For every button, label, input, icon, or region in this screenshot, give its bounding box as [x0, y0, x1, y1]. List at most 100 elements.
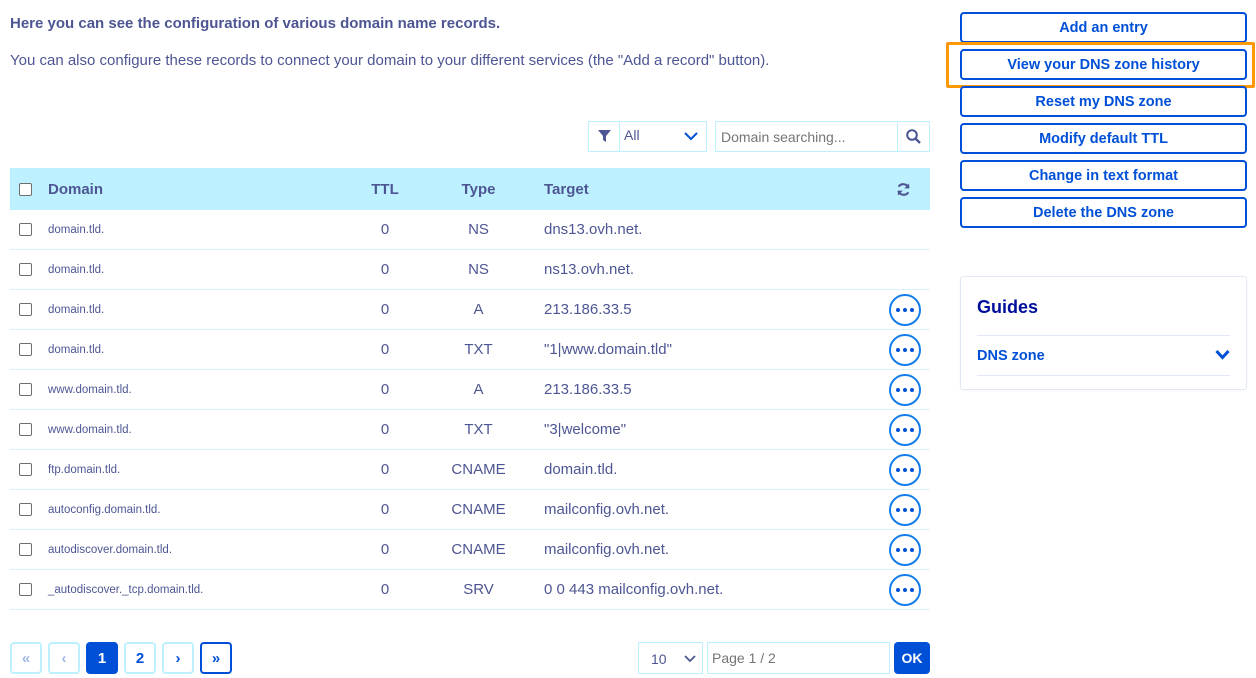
chevron-down-icon — [684, 132, 698, 141]
row-checkbox[interactable] — [19, 583, 32, 596]
row-ttl: 0 — [380, 341, 390, 358]
row-target: 213.186.33.5 — [544, 381, 632, 398]
filter-button[interactable] — [588, 121, 620, 152]
row-ttl: 0 — [380, 501, 390, 518]
row-checkbox[interactable] — [19, 463, 32, 476]
row-type: CNAME — [451, 501, 506, 518]
table-row: domain.tld. 0 TXT "1|www.domain.tld" — [10, 330, 930, 370]
row-checkbox[interactable] — [19, 543, 32, 556]
row-type: A — [473, 381, 484, 398]
chevron-down-icon[interactable] — [1215, 349, 1230, 360]
table-row: autoconfig.domain.tld. 0 CNAME mailconfi… — [10, 490, 930, 530]
row-domain: domain.tld. — [48, 223, 105, 236]
table-row: domain.tld. 0 NS ns13.ovh.net. — [10, 250, 930, 290]
row-type: NS — [468, 261, 489, 278]
row-domain: autodiscover.domain.tld. — [48, 543, 173, 556]
search-icon — [906, 129, 921, 144]
row-type: NS — [468, 221, 489, 238]
more-options-icon[interactable] — [889, 373, 921, 406]
table-row: www.domain.tld. 0 A 213.186.33.5 — [10, 370, 930, 410]
row-target: mailconfig.ovh.net. — [544, 501, 670, 518]
prev-page-button[interactable]: ‹ — [48, 642, 80, 674]
refresh-icon[interactable] — [896, 182, 911, 197]
row-ttl: 0 — [380, 221, 390, 238]
header-domain[interactable]: Domain — [48, 168, 103, 210]
row-target: 213.186.33.5 — [544, 301, 632, 318]
more-options-icon[interactable] — [889, 333, 921, 366]
page-size-select[interactable]: 10 — [638, 642, 703, 674]
row-type: CNAME — [451, 541, 506, 558]
dns-records-table: Domain TTL Type Target domain.tld. 0 NS … — [10, 168, 930, 610]
header-target[interactable]: Target — [544, 168, 589, 210]
more-options-icon[interactable] — [889, 533, 921, 566]
row-checkbox[interactable] — [19, 423, 32, 436]
more-options-icon[interactable] — [889, 573, 921, 606]
page-number-input[interactable] — [707, 642, 890, 674]
guide-dns-zone[interactable]: DNS zone — [977, 348, 1045, 364]
row-target: 0 0 443 mailconfig.ovh.net. — [544, 581, 724, 598]
row-checkbox[interactable] — [19, 223, 32, 236]
table-row: autodiscover.domain.tld. 0 CNAME mailcon… — [10, 530, 930, 570]
table-row: domain.tld. 0 A 213.186.33.5 — [10, 290, 930, 330]
row-type: TXT — [464, 341, 493, 358]
last-page-button[interactable]: » — [200, 642, 232, 674]
change-text-format-button[interactable]: Change in text format — [960, 160, 1247, 191]
page-2-button[interactable]: 2 — [124, 642, 156, 674]
header-ttl[interactable]: TTL — [355, 168, 415, 210]
divider — [977, 375, 1230, 376]
highlight-frame — [946, 42, 1255, 88]
page-size-value: 10 — [651, 651, 667, 667]
filter-icon — [597, 130, 611, 142]
next-page-button[interactable]: › — [162, 642, 194, 674]
row-domain: domain.tld. — [48, 343, 105, 356]
record-type-select[interactable]: All — [620, 121, 707, 152]
row-ttl: 0 — [380, 581, 390, 598]
modify-default-ttl-button[interactable]: Modify default TTL — [960, 123, 1247, 154]
record-type-selected: All — [624, 127, 640, 143]
intro-text: You can also configure these records to … — [10, 52, 770, 69]
row-checkbox[interactable] — [19, 503, 32, 516]
row-ttl: 0 — [380, 381, 390, 398]
row-target: domain.tld. — [544, 461, 618, 478]
search-button[interactable] — [897, 121, 930, 152]
table-row: domain.tld. 0 NS dns13.ovh.net. — [10, 210, 930, 250]
row-type: SRV — [463, 581, 494, 598]
row-ttl: 0 — [380, 541, 390, 558]
select-all-checkbox[interactable] — [19, 182, 32, 196]
table-row: _autodiscover._tcp.domain.tld. 0 SRV 0 0… — [10, 570, 930, 610]
divider — [977, 335, 1230, 336]
row-ttl: 0 — [380, 261, 390, 278]
row-domain: autoconfig.domain.tld. — [48, 503, 161, 516]
more-options-icon[interactable] — [889, 413, 921, 446]
row-domain: www.domain.tld. — [48, 383, 132, 396]
row-domain: ftp.domain.tld. — [48, 463, 121, 476]
page-1-button[interactable]: 1 — [86, 642, 118, 674]
more-options-icon[interactable] — [889, 293, 921, 326]
go-to-page-button[interactable]: OK — [894, 642, 930, 674]
row-checkbox[interactable] — [19, 383, 32, 396]
domain-search-input[interactable] — [715, 121, 898, 152]
reset-dns-zone-button[interactable]: Reset my DNS zone — [960, 86, 1247, 117]
table-row: www.domain.tld. 0 TXT "3|welcome" — [10, 410, 930, 450]
row-target: "3|welcome" — [544, 421, 627, 438]
row-ttl: 0 — [380, 301, 390, 318]
delete-dns-zone-button[interactable]: Delete the DNS zone — [960, 197, 1247, 228]
more-options-icon[interactable] — [889, 493, 921, 526]
row-target: mailconfig.ovh.net. — [544, 541, 670, 558]
row-type: A — [473, 301, 484, 318]
table-row: ftp.domain.tld. 0 CNAME domain.tld. — [10, 450, 930, 490]
first-page-button[interactable]: « — [10, 642, 42, 674]
header-type[interactable]: Type — [440, 168, 517, 210]
chevron-down-icon — [684, 655, 696, 663]
table-header: Domain TTL Type Target — [10, 168, 930, 210]
row-type: TXT — [464, 421, 493, 438]
row-checkbox[interactable] — [19, 343, 32, 356]
row-type: CNAME — [451, 461, 506, 478]
row-checkbox[interactable] — [19, 263, 32, 276]
row-domain: _autodiscover._tcp.domain.tld. — [48, 583, 204, 596]
row-domain: www.domain.tld. — [48, 423, 132, 436]
row-ttl: 0 — [380, 461, 390, 478]
row-checkbox[interactable] — [19, 303, 32, 316]
more-options-icon[interactable] — [889, 453, 921, 486]
add-entry-button[interactable]: Add an entry — [960, 12, 1247, 43]
